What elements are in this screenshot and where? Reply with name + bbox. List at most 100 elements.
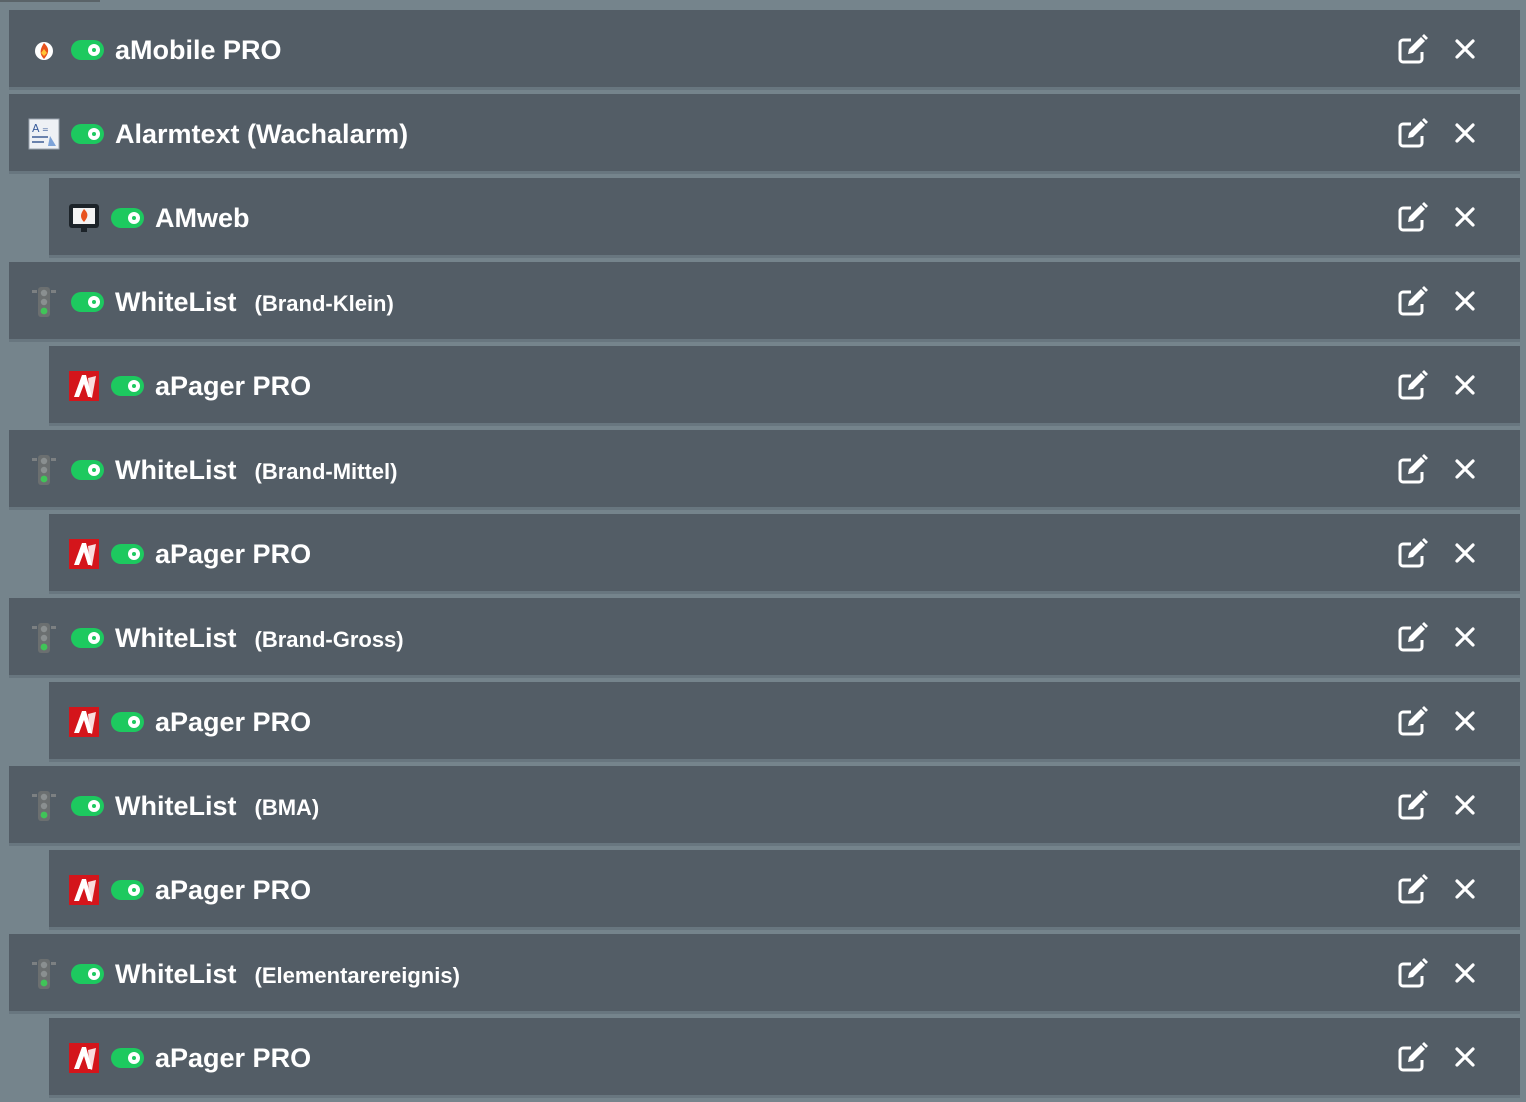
list-item[interactable]: WhiteList (Brand-Mittel): [9, 430, 1520, 510]
close-icon[interactable]: [1454, 206, 1476, 228]
close-icon[interactable]: [1454, 374, 1476, 396]
list-item[interactable]: AMweb: [49, 178, 1520, 258]
enabled-toggle[interactable]: [111, 712, 144, 732]
traffic-light-icon: [28, 286, 60, 318]
list-item[interactable]: aPager PRO: [49, 514, 1520, 594]
close-icon[interactable]: [1454, 1046, 1476, 1068]
close-icon[interactable]: [1454, 626, 1476, 648]
edit-icon[interactable]: [1398, 958, 1428, 988]
svg-text:A: A: [32, 122, 40, 135]
enabled-toggle[interactable]: [111, 544, 144, 564]
item-name: aPager PRO: [155, 875, 312, 905]
traffic-light-icon: [28, 790, 60, 822]
close-icon[interactable]: [1454, 122, 1476, 144]
list-item[interactable]: aPager PRO: [49, 1018, 1520, 1098]
close-icon[interactable]: [1454, 290, 1476, 312]
enabled-toggle[interactable]: [71, 796, 104, 816]
enabled-toggle[interactable]: [71, 628, 104, 648]
item-title: WhiteList (Brand-Klein): [115, 284, 394, 320]
traffic-light-icon: [28, 454, 60, 486]
item-title: AMweb: [155, 200, 250, 236]
item-title: aPager PRO: [155, 368, 311, 404]
list-item[interactable]: WhiteList (Brand-Klein): [9, 262, 1520, 342]
item-name: Alarmtext (Wachalarm): [115, 119, 409, 149]
enabled-toggle[interactable]: [111, 208, 144, 228]
item-name: aPager PRO: [155, 707, 312, 737]
item-name: aMobile PRO: [115, 35, 282, 65]
amobile-icon: [28, 34, 60, 66]
item-title: aPager PRO: [155, 704, 311, 740]
close-icon[interactable]: [1454, 458, 1476, 480]
edit-icon[interactable]: [1398, 370, 1428, 400]
item-title: WhiteList (Brand-Mittel): [115, 452, 397, 488]
edit-icon[interactable]: [1398, 706, 1428, 736]
item-name: WhiteList: [115, 455, 237, 485]
close-icon[interactable]: [1454, 710, 1476, 732]
item-title: aPager PRO: [155, 536, 311, 572]
edit-icon[interactable]: [1398, 790, 1428, 820]
item-subtitle: (Brand-Mittel): [254, 459, 398, 484]
item-name: aPager PRO: [155, 1043, 312, 1073]
item-title: aPager PRO: [155, 1040, 311, 1076]
item-name: WhiteList: [115, 959, 237, 989]
apager-icon: [68, 370, 100, 402]
edit-icon[interactable]: [1398, 202, 1428, 232]
list-item[interactable]: WhiteList (Elementarereignis): [9, 934, 1520, 1014]
svg-text:=: =: [42, 125, 49, 134]
list-item[interactable]: WhiteList (Brand-Gross): [9, 598, 1520, 678]
item-name: WhiteList: [115, 791, 237, 821]
item-title: WhiteList (Brand-Gross): [115, 620, 404, 656]
item-name: aPager PRO: [155, 371, 312, 401]
enabled-toggle[interactable]: [71, 964, 104, 984]
item-title: WhiteList (BMA): [115, 788, 319, 824]
list-item[interactable]: A = Alarmtext (Wachalarm): [9, 94, 1520, 174]
edit-icon[interactable]: [1398, 874, 1428, 904]
list-item[interactable]: aPager PRO: [49, 346, 1520, 426]
list-item[interactable]: aMobile PRO: [9, 10, 1520, 90]
enabled-toggle[interactable]: [111, 376, 144, 396]
edit-icon[interactable]: [1398, 454, 1428, 484]
apager-icon: [68, 706, 100, 738]
close-icon[interactable]: [1454, 38, 1476, 60]
close-icon[interactable]: [1454, 962, 1476, 984]
enabled-toggle[interactable]: [111, 1048, 144, 1068]
traffic-light-icon: [28, 958, 60, 990]
edit-icon[interactable]: [1398, 622, 1428, 652]
top-tab-indicator: [0, 0, 100, 2]
close-icon[interactable]: [1454, 542, 1476, 564]
amweb-icon: [68, 202, 100, 234]
enabled-toggle[interactable]: [71, 292, 104, 312]
edit-icon[interactable]: [1398, 1042, 1428, 1072]
unit-list: aMobile PRO A = Alarmtext (Wachalarm) AMw…: [0, 10, 1526, 1102]
item-name: aPager PRO: [155, 539, 312, 569]
item-title: aMobile PRO: [115, 32, 282, 68]
traffic-light-icon: [28, 622, 60, 654]
edit-icon[interactable]: [1398, 286, 1428, 316]
item-name: WhiteList: [115, 287, 237, 317]
item-subtitle: (Elementarereignis): [254, 963, 460, 988]
edit-icon[interactable]: [1398, 538, 1428, 568]
item-title: Alarmtext (Wachalarm): [115, 116, 408, 152]
item-title: WhiteList (Elementarereignis): [115, 956, 460, 992]
edit-icon[interactable]: [1398, 34, 1428, 64]
list-item[interactable]: aPager PRO: [49, 850, 1520, 930]
apager-icon: [68, 538, 100, 570]
apager-icon: [68, 1042, 100, 1074]
item-name: AMweb: [155, 203, 250, 233]
list-item[interactable]: WhiteList (BMA): [9, 766, 1520, 846]
item-subtitle: (Brand-Gross): [254, 627, 404, 652]
item-name: WhiteList: [115, 623, 237, 653]
item-title: aPager PRO: [155, 872, 311, 908]
enabled-toggle[interactable]: [71, 124, 104, 144]
edit-icon[interactable]: [1398, 118, 1428, 148]
enabled-toggle[interactable]: [71, 40, 104, 60]
apager-icon: [68, 874, 100, 906]
enabled-toggle[interactable]: [71, 460, 104, 480]
close-icon[interactable]: [1454, 878, 1476, 900]
enabled-toggle[interactable]: [111, 880, 144, 900]
list-item[interactable]: aPager PRO: [49, 682, 1520, 762]
alarmtext-icon: A =: [28, 118, 60, 150]
item-subtitle: (BMA): [254, 795, 320, 820]
close-icon[interactable]: [1454, 794, 1476, 816]
item-subtitle: (Brand-Klein): [254, 291, 394, 316]
